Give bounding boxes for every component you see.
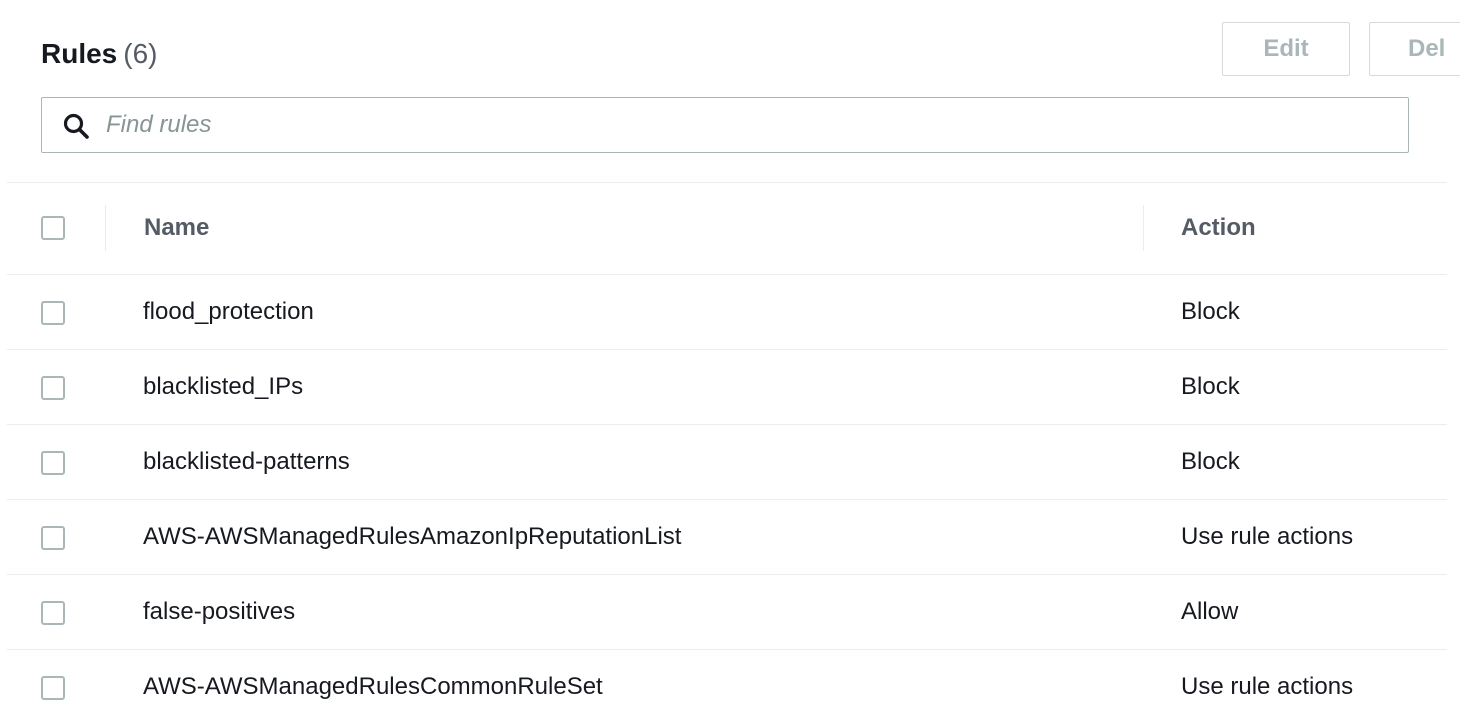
column-separator[interactable] [105,205,106,251]
search-icon [62,112,90,140]
table-row[interactable]: blacklisted-patterns Block [7,425,1447,500]
table-row[interactable]: blacklisted_IPs Block [7,350,1447,425]
row-checkbox[interactable] [41,451,65,475]
page-title: Rules (6) [41,34,157,74]
rules-title: Rules [41,38,118,69]
rule-name: AWS-AWSManagedRulesCommonRuleSet [143,673,603,700]
row-checkbox[interactable] [41,601,65,625]
table-row[interactable]: flood_protection Block [7,275,1447,350]
column-header-action[interactable]: Action [1181,211,1256,245]
column-separator[interactable] [1143,205,1144,251]
rule-action: Block [1181,448,1240,475]
rule-name: blacklisted-patterns [143,448,350,475]
row-checkbox[interactable] [41,376,65,400]
rule-action: Use rule actions [1181,673,1354,700]
rule-name: AWS-AWSManagedRulesAmazonIpReputationLis… [143,523,682,550]
column-header-name[interactable]: Name [144,211,209,245]
rule-action: Block [1181,373,1240,400]
rule-name: false-positives [143,598,296,625]
select-all-checkbox[interactable] [41,216,65,240]
edit-button[interactable]: Edit [1222,22,1350,76]
row-checkbox[interactable] [41,676,65,700]
row-checkbox[interactable] [41,301,65,325]
search-input[interactable] [106,104,1386,146]
rules-count: (6) [123,38,158,69]
rule-name: flood_protection [143,298,314,325]
row-checkbox[interactable] [41,526,65,550]
table-row[interactable]: AWS-AWSManagedRulesAmazonIpReputationLis… [7,500,1447,575]
table-row[interactable]: AWS-AWSManagedRulesCommonRuleSet Use rul… [7,650,1447,706]
table-row[interactable]: false-positives Allow [7,575,1447,650]
delete-button[interactable]: Del [1369,22,1460,76]
rule-action: Use rule actions [1181,523,1354,550]
table-header: Name Action [7,183,1447,275]
table-body: flood_protection Block blacklisted_IPs B… [7,275,1447,706]
rule-action: Allow [1181,598,1239,625]
search-box[interactable] [41,97,1409,153]
rule-name: blacklisted_IPs [143,373,304,400]
rule-action: Block [1181,298,1240,325]
rules-panel: Rules(6) Edit Del Name Action flood_prot… [0,0,1460,706]
